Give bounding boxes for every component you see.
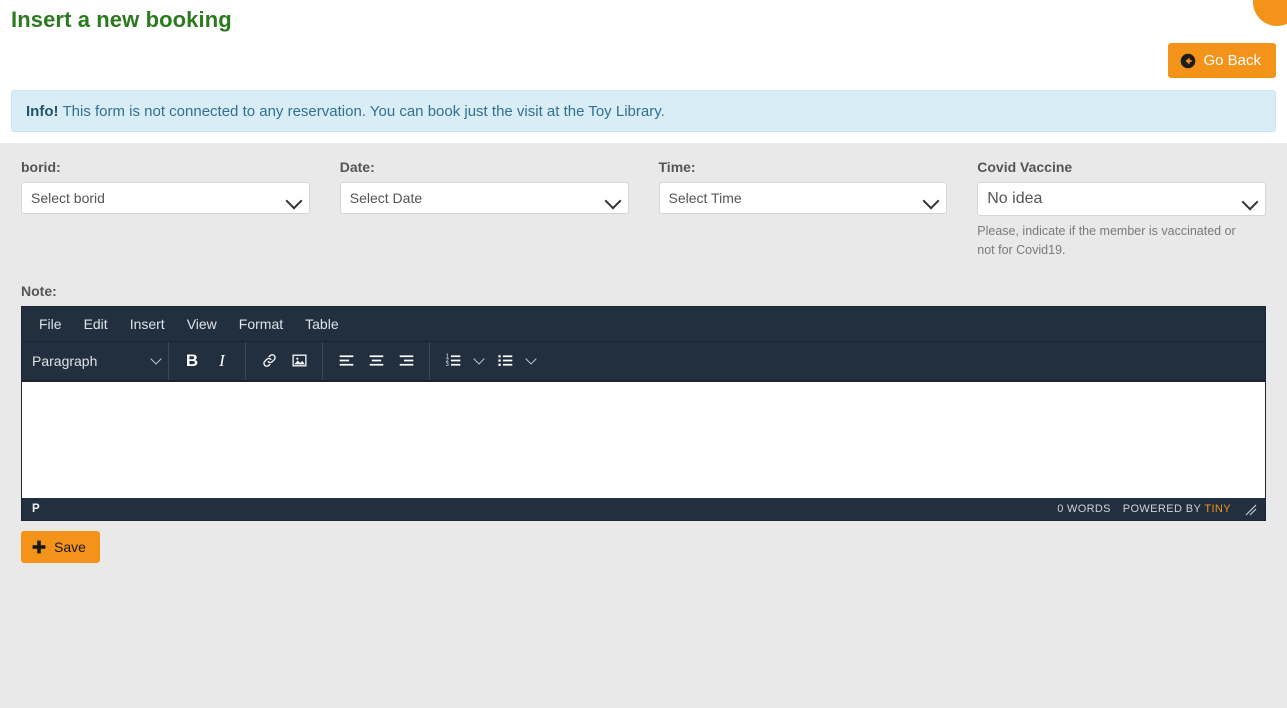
align-left-icon xyxy=(339,355,353,366)
element-path[interactable]: P xyxy=(32,503,40,515)
time-select-value: Select Time xyxy=(668,190,742,206)
branding-prefix: POWERED BY xyxy=(1122,502,1205,515)
branding-name: TINY xyxy=(1204,502,1231,515)
toolbar-group-lists: 1 2 3 xyxy=(430,342,550,380)
numbered-list-button[interactable]: 1 2 3 xyxy=(438,347,468,375)
field-borid: borid: Select borid xyxy=(21,159,310,261)
svg-text:3: 3 xyxy=(445,362,448,368)
info-alert-text: This form is not connected to any reserv… xyxy=(62,102,665,120)
borid-select-value: Select borid xyxy=(31,190,105,206)
go-back-button[interactable]: Go Back xyxy=(1168,43,1276,78)
chevron-down-icon xyxy=(285,192,303,210)
image-button[interactable] xyxy=(284,347,314,375)
time-select[interactable]: Select Time xyxy=(658,182,948,214)
date-select[interactable]: Select Date xyxy=(339,182,629,214)
note-rich-text-editor: File Edit Insert View Format Table Parag… xyxy=(21,305,1266,521)
chevron-down-icon xyxy=(150,353,162,365)
bullet-list-menu-button[interactable] xyxy=(520,347,542,375)
go-back-label: Go Back xyxy=(1203,52,1261,69)
align-center-button[interactable] xyxy=(361,347,391,375)
date-label: Date: xyxy=(339,159,375,175)
numbered-list-icon: 1 2 3 xyxy=(445,354,460,368)
statusbar-right: 0 WORDS POWERED BY TINY xyxy=(1057,502,1257,516)
align-right-icon xyxy=(399,355,413,366)
editor-toolbar: Paragraph B I 1 2 3 xyxy=(22,341,1265,381)
format-block-value: Paragraph xyxy=(32,352,98,369)
info-alert: Info! This form is not connected to any … xyxy=(11,90,1276,132)
image-icon xyxy=(291,354,307,367)
page-header: Insert a new booking Go Back xyxy=(0,0,1287,90)
chevron-down-icon xyxy=(473,353,485,365)
field-time: Time: Select Time xyxy=(658,159,948,261)
time-label: Time: xyxy=(658,159,696,175)
note-label: Note: xyxy=(21,282,57,299)
editor-statusbar: P 0 WORDS POWERED BY TINY xyxy=(22,498,1265,520)
editor-menubar: File Edit Insert View Format Table xyxy=(22,307,1265,342)
editor-content-area[interactable] xyxy=(22,380,1265,498)
booking-form-panel: borid: Select borid Date: Select Date Ti… xyxy=(0,143,1287,708)
bullet-list-icon xyxy=(497,355,512,367)
toolbar-group-format: Paragraph xyxy=(28,341,169,380)
menu-file[interactable]: File xyxy=(30,313,71,335)
borid-select[interactable]: Select borid xyxy=(21,182,310,214)
covid-vaccine-select[interactable]: No idea xyxy=(977,182,1266,216)
powered-by-tiny-link[interactable]: POWERED BY TINY xyxy=(1123,503,1231,515)
borid-label: borid: xyxy=(21,159,61,175)
italic-button[interactable]: I xyxy=(207,347,237,375)
link-icon xyxy=(262,354,276,368)
menu-table[interactable]: Table xyxy=(296,313,347,335)
chevron-down-icon xyxy=(604,192,621,210)
numbered-list-menu-button[interactable] xyxy=(468,347,490,375)
menu-view[interactable]: View xyxy=(178,313,226,335)
link-button[interactable] xyxy=(254,347,284,375)
covid-vaccine-help-text: Please, indicate if the member is vaccin… xyxy=(977,224,1236,258)
field-date: Date: Select Date xyxy=(339,159,629,261)
covid-vaccine-label: Covid Vaccine xyxy=(977,159,1073,175)
resize-handle-icon[interactable] xyxy=(1243,502,1257,516)
chevron-down-icon xyxy=(922,192,940,210)
bold-button[interactable]: B xyxy=(177,347,207,375)
menu-format[interactable]: Format xyxy=(230,313,292,335)
toolbar-group-style: B I xyxy=(169,341,246,380)
save-label: Save xyxy=(54,538,86,555)
toolbar-group-insert xyxy=(246,341,323,380)
toolbar-group-align xyxy=(323,341,430,380)
page-title: Insert a new booking xyxy=(11,7,232,32)
save-button[interactable]: Save xyxy=(21,530,100,563)
menu-edit[interactable]: Edit xyxy=(75,313,117,335)
form-field-row: borid: Select borid Date: Select Date Ti… xyxy=(0,159,1287,261)
covid-vaccine-select-value: No idea xyxy=(987,190,1043,207)
align-right-button[interactable] xyxy=(391,347,421,375)
chevron-down-icon xyxy=(1241,193,1259,211)
arrow-circle-left-icon xyxy=(1181,53,1196,68)
align-center-icon xyxy=(369,355,383,366)
plus-icon xyxy=(32,540,46,554)
info-alert-strong: Info! xyxy=(26,102,59,120)
format-block-select[interactable]: Paragraph xyxy=(32,352,162,369)
word-count: 0 WORDS xyxy=(1057,502,1111,515)
floating-action-button[interactable] xyxy=(1253,0,1287,26)
bullet-list-button[interactable] xyxy=(490,347,520,375)
align-left-button[interactable] xyxy=(331,347,361,375)
field-covid-vaccine: Covid Vaccine No idea Please, indicate i… xyxy=(977,159,1266,261)
date-select-value: Select Date xyxy=(349,190,423,206)
chevron-down-icon xyxy=(525,353,537,365)
menu-insert[interactable]: Insert xyxy=(121,313,174,335)
